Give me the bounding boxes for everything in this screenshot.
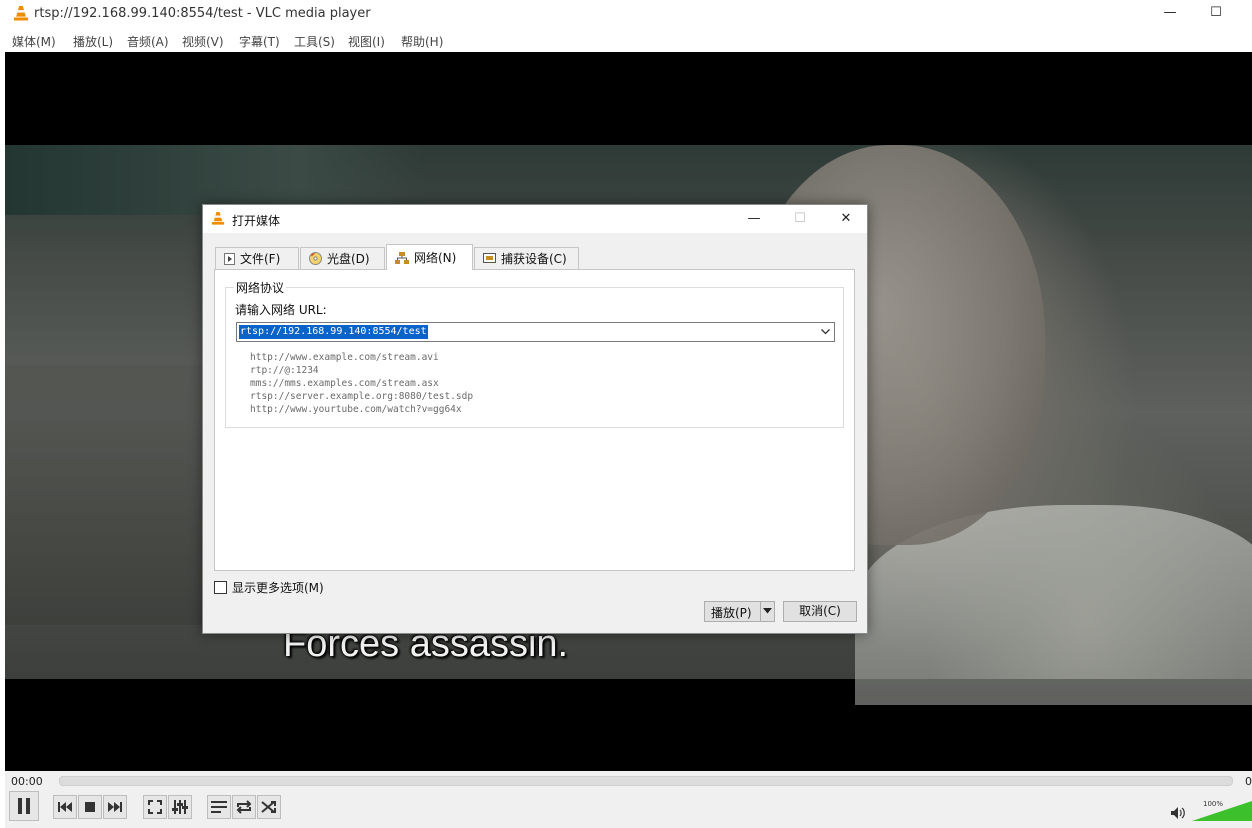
disc-icon [309,252,322,265]
more-options-checkbox[interactable] [214,581,227,594]
dialog-close-button[interactable]: ✕ [823,205,869,233]
example-url: mms://mms.examples.com/stream.asx [250,378,439,389]
dialog-title: 打开媒体 [232,214,281,228]
play-button-label: 播放(P) [711,606,752,620]
example-url: rtsp://server.example.org:8080/test.sdp [250,391,474,402]
tab-file[interactable]: 文件(F) [215,247,299,269]
tab-network-label: 网络(N) [414,251,457,265]
vlc-cone-icon [211,211,225,225]
network-tab-panel: 网络协议 请输入网络 URL: rtsp://192.168.99.140:85… [214,269,855,571]
time-elapsed: 00:00 [11,775,43,788]
dialog-minimize-button[interactable]: — [731,205,777,233]
dialog-title-bar: 打开媒体 — ☐ ✕ [203,205,867,233]
next-button[interactable] [103,795,127,819]
shuffle-icon [261,801,276,813]
tab-network[interactable]: 网络(N) [386,244,473,270]
open-media-dialog: 打开媒体 — ☐ ✕ 文件(F) 光盘(D) 网络(N) 捕获设备(C) 网络协… [202,204,868,634]
cancel-button[interactable]: 取消(C) [783,601,857,622]
extended-settings-button[interactable] [168,795,192,819]
more-options-label: 显示更多选项(M) [232,581,324,595]
network-icon [395,251,409,264]
menu-audio[interactable]: 音频(A) [127,33,169,50]
next-icon [108,802,122,812]
menu-subtitle[interactable]: 字幕(T) [239,33,280,50]
url-examples: http://www.example.com/stream.avi rtp://… [250,351,473,416]
tab-capture-device[interactable]: 捕获设备(C) [474,247,579,269]
url-label: 请输入网络 URL: [235,303,327,317]
playlist-button[interactable] [207,795,231,819]
speaker-icon[interactable] [1171,807,1185,819]
example-url: rtp://@:1234 [250,365,319,376]
tab-disc[interactable]: 光盘(D) [300,247,385,269]
playlist-icon [211,801,227,813]
previous-button[interactable] [53,795,77,819]
example-url: http://www.example.com/stream.avi [250,352,439,363]
stop-icon [85,802,95,812]
window-title: rtsp://192.168.99.140:8554/test - VLC me… [34,6,371,21]
pause-icon [18,798,30,814]
loop-icon [236,800,252,814]
fullscreen-button[interactable] [143,795,167,819]
example-url: http://www.yourtube.com/watch?v=gg64x [250,404,462,415]
more-options-checkbox-row[interactable]: 显示更多选项(M) [214,579,324,596]
network-url-input[interactable]: rtsp://192.168.99.140:8554/test [239,325,428,339]
menu-help[interactable]: 帮助(H) [401,33,443,50]
tab-capture-device-label: 捕获设备(C) [501,252,567,266]
network-protocol-group: 网络协议 请输入网络 URL: rtsp://192.168.99.140:85… [225,279,844,428]
menu-tools[interactable]: 工具(S) [294,33,335,50]
seek-slider[interactable] [59,776,1233,786]
play-dropdown-icon[interactable] [763,608,772,614]
menu-media[interactable]: 媒体(M) [12,33,56,50]
pause-button[interactable] [9,791,39,821]
fullscreen-icon [148,800,162,814]
network-url-combobox[interactable]: rtsp://192.168.99.140:8554/test [236,322,835,342]
equalizer-icon [172,800,188,814]
menu-view[interactable]: 视图(I) [348,33,385,50]
maximize-button[interactable]: ☐ [1193,0,1239,28]
tab-file-label: 文件(F) [240,252,281,266]
playback-controls: 00:00 0 100% [5,771,1252,828]
loop-button[interactable] [232,795,256,819]
previous-icon [58,802,72,812]
vlc-main-window: rtsp://192.168.99.140:8554/test - VLC me… [0,0,1252,828]
menu-playback[interactable]: 播放(L) [73,33,113,50]
time-total: 0 [1245,775,1252,788]
title-bar: rtsp://192.168.99.140:8554/test - VLC me… [0,0,1252,28]
menu-video[interactable]: 视频(V) [182,33,224,50]
minimize-button[interactable]: — [1147,0,1193,28]
file-play-icon [224,252,235,265]
volume-percent: 100% [1203,800,1224,808]
vlc-cone-icon [14,6,28,21]
shuffle-button[interactable] [257,795,281,819]
dialog-maximize-button: ☐ [794,211,806,226]
tab-disc-label: 光盘(D) [327,252,370,266]
menu-bar: 媒体(M) 播放(L) 音频(A) 视频(V) 字幕(T) 工具(S) 视图(I… [0,28,1252,52]
capture-device-icon [483,253,496,264]
chevron-down-icon[interactable] [820,326,831,337]
group-title: 网络协议 [234,279,287,296]
stop-button[interactable] [78,795,102,819]
play-button[interactable]: 播放(P) [704,601,775,622]
